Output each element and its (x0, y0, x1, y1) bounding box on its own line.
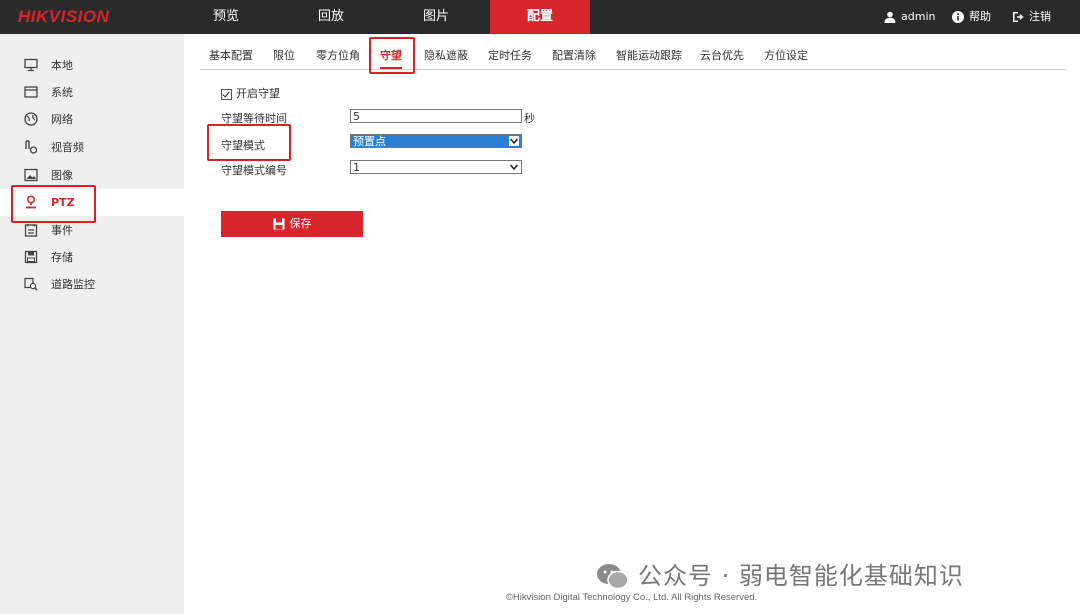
park-mode-number-label: 守望模式编号 (221, 164, 287, 177)
nav-preview[interactable]: 预览 (176, 0, 276, 34)
top-bar: HIKVISION 预览 回放 图片 配置 admin 帮助 注销 (0, 0, 1080, 34)
sidebar-item-storage[interactable]: 存储 (0, 244, 184, 271)
username: admin (901, 10, 936, 23)
park-mode-highlight-box (207, 124, 291, 161)
storage-icon (24, 250, 38, 264)
sidebar-item-label: 存储 (51, 251, 73, 264)
tab-smart-tracking[interactable]: 智能运动跟踪 (616, 44, 682, 68)
copyright-footer: ©Hikvision Digital Technology Co., Ltd. … (505, 592, 758, 603)
sidebar-item-system[interactable]: 系统 (0, 79, 184, 106)
globe-icon (24, 112, 38, 126)
park-mode-select[interactable]: 预置点 (350, 134, 522, 148)
tab-azimuth-setting[interactable]: 方位设定 (764, 44, 808, 68)
road-monitor-icon (24, 277, 38, 291)
sidebar-item-label: 本地 (51, 59, 73, 72)
enable-park-row: 开启守望 (221, 85, 280, 101)
wait-time-unit: 秒 (524, 112, 535, 125)
logout-icon (1013, 12, 1024, 22)
enable-park-checkbox[interactable] (221, 88, 232, 100)
tab-highlight-box (369, 37, 415, 74)
chevron-down-icon (509, 164, 519, 171)
nav-playback[interactable]: 回放 (281, 0, 381, 34)
sidebar-item-label: 视音频 (51, 141, 84, 154)
wechat-watermark: 公众号 · 弱电智能化基础知识 (596, 556, 964, 591)
tab-bar: 基本配置 限位 零方位角 守望 隐私遮蔽 定时任务 配置清除 智能运动跟踪 云台… (200, 36, 1066, 70)
wait-time-input[interactable]: 5 (350, 109, 522, 123)
logout-label: 注销 (1029, 10, 1051, 23)
help-label: 帮助 (969, 10, 991, 23)
enable-park-label: 开启守望 (236, 87, 280, 100)
save-icon (273, 218, 284, 230)
system-icon (24, 86, 38, 98)
sidebar: 本地 系统 网络 视音频 图像 PTZ 事件 存储 道路监控 (0, 34, 184, 614)
help-link[interactable]: 帮助 (952, 0, 991, 34)
info-icon (952, 11, 964, 23)
park-mode-value: 预置点 (353, 135, 386, 148)
monitor-icon (24, 58, 38, 72)
image-icon (24, 168, 38, 182)
tab-ptz-priority[interactable]: 云台优先 (700, 44, 744, 68)
save-label: 保存 (289, 217, 312, 230)
park-mode-number-select[interactable]: 1 (350, 160, 522, 174)
nav-picture[interactable]: 图片 (386, 0, 486, 34)
wechat-icon (597, 564, 629, 590)
tab-basic-config[interactable]: 基本配置 (209, 44, 253, 68)
tab-clear-config[interactable]: 配置清除 (552, 44, 596, 68)
sidebar-item-label: 网络 (51, 113, 73, 126)
nav-configuration[interactable]: 配置 (490, 0, 590, 34)
logout-link[interactable]: 注销 (1012, 0, 1051, 34)
sidebar-item-label: 系统 (51, 86, 73, 99)
sidebar-item-label: 道路监控 (51, 278, 95, 291)
sidebar-item-audio-video[interactable]: 视音频 (0, 134, 184, 161)
save-button[interactable]: 保存 (221, 211, 363, 237)
sidebar-item-local[interactable]: 本地 (0, 52, 184, 79)
chevron-down-icon (509, 136, 519, 146)
user-icon (884, 11, 896, 23)
tab-scheduled-task[interactable]: 定时任务 (488, 44, 532, 68)
park-mode-number-value: 1 (353, 161, 360, 174)
hikvision-logo: HIKVISION (18, 7, 110, 26)
tab-limit[interactable]: 限位 (273, 44, 295, 68)
sidebar-item-road-monitor[interactable]: 道路监控 (0, 271, 184, 298)
watermark-text: 公众号 · 弱电智能化基础知识 (638, 562, 964, 590)
user-menu[interactable]: admin (884, 0, 935, 34)
sidebar-item-network[interactable]: 网络 (0, 106, 184, 133)
event-icon (24, 224, 38, 237)
audio-video-icon (25, 140, 38, 154)
tab-zero-azimuth[interactable]: 零方位角 (316, 44, 360, 68)
ptz-highlight-box (11, 185, 96, 223)
tab-privacy-mask[interactable]: 隐私遮蔽 (424, 44, 468, 68)
